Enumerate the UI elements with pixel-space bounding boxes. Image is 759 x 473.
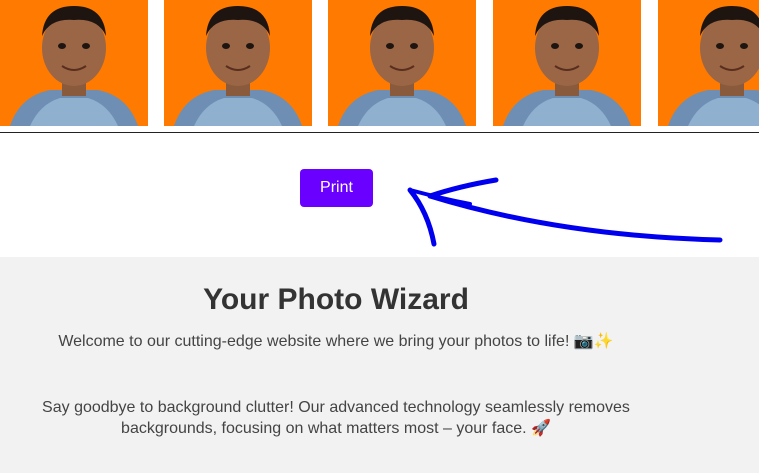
passport-photo — [164, 0, 312, 126]
print-button[interactable]: Print — [300, 169, 373, 207]
divider — [0, 132, 759, 133]
portrait-image — [164, 0, 312, 126]
passport-photo — [0, 0, 148, 126]
passport-photo — [328, 0, 476, 126]
portrait-image — [493, 0, 641, 126]
portrait-image — [658, 0, 759, 126]
photo-strip — [0, 0, 759, 126]
passport-photo — [658, 0, 759, 126]
portrait-image — [328, 0, 476, 126]
passport-photo — [493, 0, 641, 126]
description-text: Say goodbye to background clutter! Our a… — [42, 399, 630, 437]
welcome-text: Welcome to our cutting-edge website wher… — [58, 333, 614, 350]
page-title: Your Photo Wizard — [203, 283, 469, 316]
info-section: Your Photo Wizard Welcome to our cutting… — [0, 257, 759, 473]
portrait-image — [0, 0, 148, 126]
